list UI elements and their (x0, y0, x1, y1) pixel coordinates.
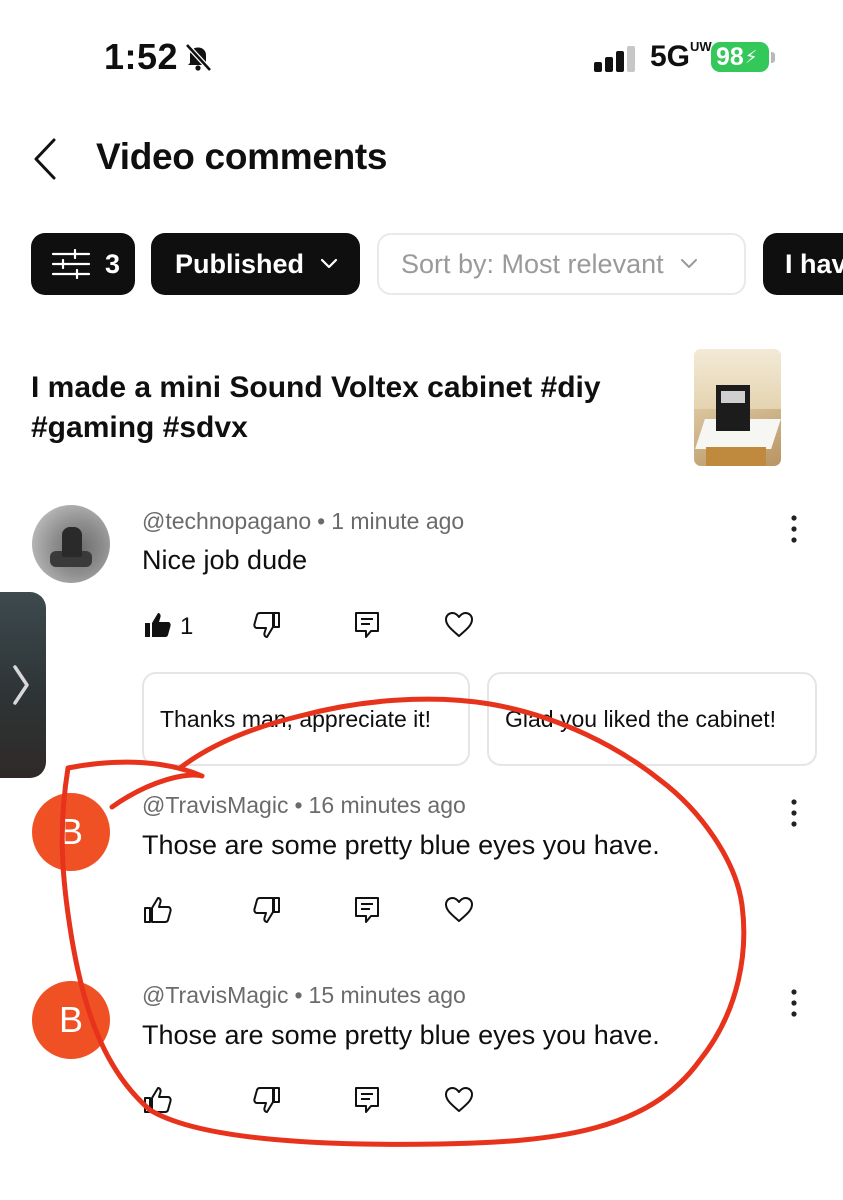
published-dropdown[interactable]: Published (151, 233, 360, 295)
chevron-right-icon (13, 665, 29, 705)
comment-author[interactable]: @TravisMagic (142, 792, 288, 818)
heart-icon[interactable] (444, 1085, 474, 1115)
comment-meta: @TravisMagic • 15 minutes ago (142, 982, 466, 1008)
thumbs-down-icon[interactable] (252, 895, 282, 925)
avatar[interactable] (32, 505, 110, 583)
heart-icon[interactable] (444, 610, 474, 640)
thumbs-up-icon[interactable] (143, 610, 173, 640)
comment-time: 1 minute ago (331, 508, 465, 534)
reply-icon[interactable] (352, 1085, 382, 1115)
thumbs-up-icon[interactable] (143, 895, 173, 925)
extra-filter-chip[interactable]: I hav (763, 233, 843, 295)
heart-icon[interactable] (444, 895, 474, 925)
sliders-icon (51, 249, 91, 279)
filter-button[interactable]: 3 (31, 233, 135, 295)
avatar[interactable]: B (32, 793, 110, 871)
side-panel-handle[interactable] (0, 592, 46, 778)
video-thumbnail[interactable] (694, 349, 781, 466)
comment-author[interactable]: @TravisMagic (142, 982, 288, 1008)
comment-text: Those are some pretty blue eyes you have… (142, 1020, 660, 1050)
comment-text: Nice job dude (142, 545, 308, 575)
page-title: Video comments (96, 136, 388, 177)
extra-filter-label: I hav (785, 248, 843, 279)
thumbs-down-icon[interactable] (252, 610, 282, 640)
video-title[interactable]: I made a mini Sound Voltex cabinet #diy … (31, 368, 651, 448)
network-indicator: 5GUW (650, 39, 712, 73)
kebab-icon[interactable] (784, 986, 804, 1022)
like-count: 1 (180, 613, 194, 640)
suggested-reply[interactable]: Thanks man, appreciate it! (142, 672, 470, 766)
published-label: Published (175, 248, 305, 279)
sort-dropdown[interactable]: Sort by: Most relevant (377, 233, 746, 295)
avatar[interactable]: B (32, 981, 110, 1059)
kebab-icon[interactable] (784, 512, 804, 548)
status-time: 1:52 (104, 36, 179, 77)
filter-count: 3 (105, 248, 121, 279)
bell-slash-icon (185, 43, 212, 72)
kebab-icon[interactable] (784, 796, 804, 832)
comment-time: 15 minutes ago (308, 982, 466, 1008)
chevron-down-icon (680, 259, 697, 268)
comment-meta: @technopagano • 1 minute ago (142, 508, 465, 534)
sort-label: Sort by: Most relevant (401, 248, 664, 279)
reply-icon[interactable] (352, 610, 382, 640)
battery-cap (771, 52, 775, 63)
comment-meta: @TravisMagic • 16 minutes ago (142, 792, 466, 818)
comment-time: 16 minutes ago (308, 792, 466, 818)
back-chevron-left-icon[interactable] (30, 136, 62, 182)
signal-bars-icon (594, 46, 635, 72)
battery-indicator: 98 ⚡ (711, 42, 769, 72)
reply-icon[interactable] (352, 895, 382, 925)
chevron-down-icon (320, 258, 338, 269)
thumbs-down-icon[interactable] (252, 1085, 282, 1115)
suggested-reply[interactable]: Glad you liked the cabinet! (487, 672, 817, 766)
thumbs-up-icon[interactable] (143, 1085, 173, 1115)
comment-author[interactable]: @technopagano (142, 508, 311, 534)
comment-text: Those are some pretty blue eyes you have… (142, 830, 660, 860)
